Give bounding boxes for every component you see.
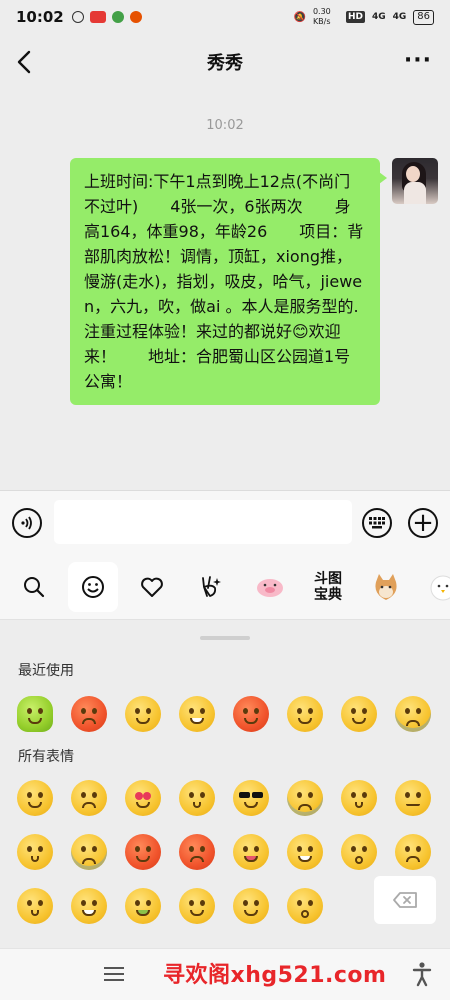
- delete-button[interactable]: [374, 876, 436, 924]
- message-list[interactable]: 10:02 上班时间:下午1点到晚上12点(不尚门不过叶) 4张一次，6张两次 …: [0, 90, 450, 490]
- chat-header: 秀秀 ···: [0, 34, 450, 90]
- tab-gestures[interactable]: [186, 562, 236, 612]
- menu-icon[interactable]: [104, 967, 124, 981]
- network-speed: 0.30 KB/s: [312, 7, 331, 26]
- more-functions-button[interactable]: +: [408, 508, 438, 538]
- smiley-icon: [82, 576, 104, 598]
- shock-emoji[interactable]: [287, 888, 323, 924]
- backspace-icon: [393, 892, 417, 908]
- sticker-dude-emoji[interactable]: [17, 696, 53, 732]
- smile-emoji[interactable]: [287, 696, 323, 732]
- tab-sticker-pig[interactable]: [245, 562, 295, 612]
- accessibility-icon[interactable]: [412, 961, 432, 987]
- pig-sticker-icon: [257, 579, 283, 597]
- message-input[interactable]: [54, 500, 352, 544]
- frown-emoji[interactable]: [71, 780, 107, 816]
- shiba-dog-icon: [375, 574, 397, 600]
- smile-emoji[interactable]: [17, 780, 53, 816]
- laugh-cry-emoji[interactable]: [71, 888, 107, 924]
- sticker-tab-bar: 斗图 宝典: [0, 554, 450, 620]
- signal-4g-2: 4G: [392, 12, 407, 22]
- heart-eyes-emoji[interactable]: [125, 780, 161, 816]
- tab-favorites[interactable]: [127, 562, 177, 612]
- puke-emoji[interactable]: [125, 888, 161, 924]
- recent-emoji-grid: [17, 696, 431, 732]
- notification-icon: [111, 11, 124, 23]
- system-nav-bar: 寻欢阁xhg521.com: [0, 948, 450, 1000]
- tongue-emoji[interactable]: [233, 834, 269, 870]
- input-bar: +: [0, 490, 450, 554]
- tab-sticker-dog[interactable]: [361, 562, 411, 612]
- watermark-text: 寻欢阁xhg521.com: [163, 963, 387, 988]
- notification-icon: [129, 11, 142, 23]
- status-time: 10:02: [16, 8, 64, 26]
- big-grin-emoji[interactable]: [287, 834, 323, 870]
- sad-emoji[interactable]: [395, 834, 431, 870]
- embarrassed-emoji[interactable]: [125, 834, 161, 870]
- message-bubble[interactable]: 上班时间:下午1点到晚上12点(不尚门不过叶) 4张一次，6张两次 身高164，…: [70, 158, 387, 405]
- status-bar: 10:02 🔕 0.30 KB/s HD 4G 4G 86: [0, 0, 450, 34]
- sunglasses-emoji[interactable]: [233, 780, 269, 816]
- sweat-angry-emoji[interactable]: [233, 696, 269, 732]
- stare-emoji[interactable]: [179, 780, 215, 816]
- outgoing-message-row: 上班时间:下午1点到晚上12点(不尚门不过叶) 4张一次，6张两次 身高164，…: [70, 158, 438, 405]
- doutu-line1: 斗图: [314, 571, 342, 587]
- tab-search[interactable]: [9, 562, 59, 612]
- notification-icon: [71, 11, 84, 23]
- keyboard-icon: [369, 517, 385, 529]
- cry-emoji[interactable]: [395, 696, 431, 732]
- surprised-emoji[interactable]: [341, 834, 377, 870]
- tab-emoji[interactable]: [68, 562, 118, 612]
- emoji-panel: 最近使用 所有表情: [0, 620, 450, 948]
- grin-emoji[interactable]: [179, 696, 215, 732]
- doutu-line2: 宝典: [314, 587, 342, 603]
- plus-icon: +: [412, 508, 434, 538]
- blush-emoji[interactable]: [17, 888, 53, 924]
- panel-drag-handle[interactable]: [200, 636, 250, 640]
- zipped-mouth-emoji[interactable]: [395, 780, 431, 816]
- chat-title: 秀秀: [207, 53, 243, 74]
- voice-input-button[interactable]: [12, 508, 42, 538]
- shy-emoji[interactable]: [341, 780, 377, 816]
- system-icons: 🔕 0.30 KB/s HD 4G 4G 86: [293, 7, 434, 27]
- hd-badge: HD: [345, 11, 365, 23]
- message-timestamp: 10:02: [206, 118, 244, 133]
- all-emoji-grid: [17, 780, 431, 924]
- chick-sticker-icon: [430, 575, 450, 601]
- tab-doutu[interactable]: 斗图 宝典: [303, 562, 353, 612]
- cry-emoji[interactable]: [287, 780, 323, 816]
- voice-wave-icon: [21, 516, 32, 530]
- battery-icon: 86: [413, 9, 434, 25]
- keyboard-toggle-button[interactable]: [362, 508, 392, 538]
- signal-4g-1: 4G: [371, 12, 386, 22]
- crying-emoji[interactable]: [71, 834, 107, 870]
- peace-hand-icon: [202, 576, 221, 597]
- notification-icon: [89, 11, 106, 23]
- more-options-icon[interactable]: ···: [404, 48, 432, 74]
- notification-icons: [71, 11, 142, 23]
- awkward-emoji[interactable]: [341, 696, 377, 732]
- angry-emoji[interactable]: [71, 696, 107, 732]
- back-arrow-icon[interactable]: [12, 48, 38, 76]
- chuckle-emoji[interactable]: [179, 888, 215, 924]
- facepalm-emoji[interactable]: [125, 696, 161, 732]
- heart-icon: [141, 577, 163, 597]
- all-emoji-label: 所有表情: [18, 749, 74, 765]
- avatar[interactable]: [392, 158, 438, 204]
- mute-icon: 🔕: [293, 11, 306, 23]
- furious-emoji[interactable]: [179, 834, 215, 870]
- happy-emoji[interactable]: [233, 888, 269, 924]
- search-icon: [24, 577, 45, 598]
- tab-sticker-chick[interactable]: [418, 562, 450, 612]
- sleep-emoji[interactable]: [17, 834, 53, 870]
- recent-emoji-label: 最近使用: [18, 663, 74, 679]
